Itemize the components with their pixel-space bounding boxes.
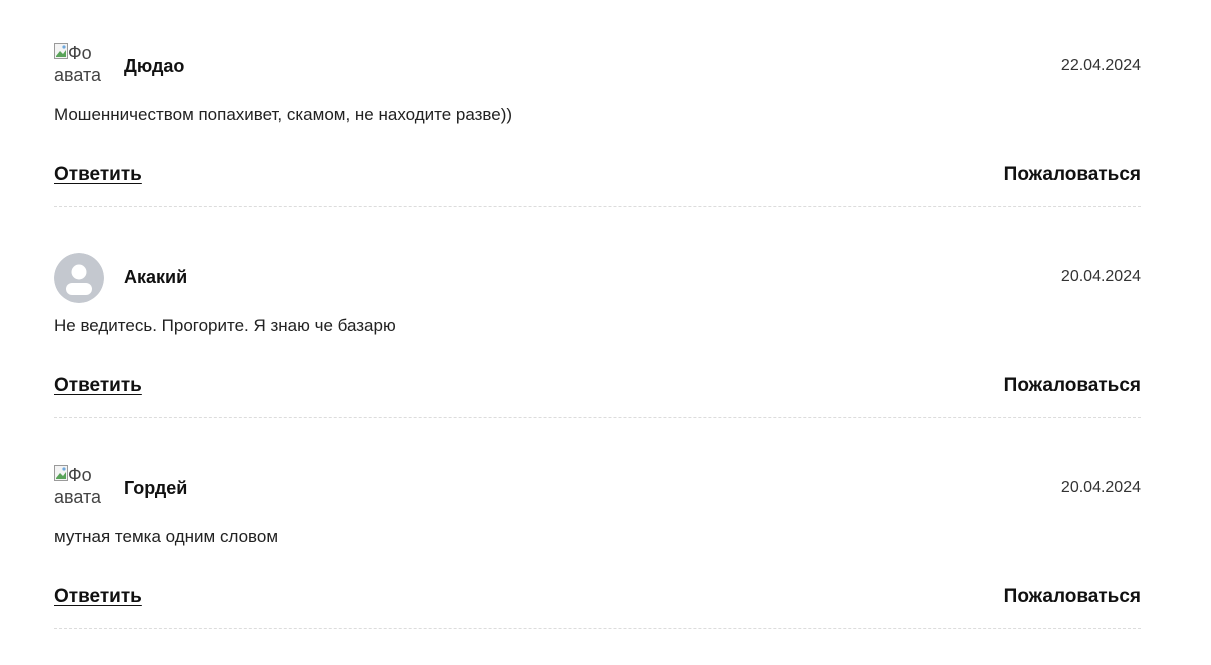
comment-date: 20.04.2024	[1060, 268, 1141, 285]
avatar-alt-text: Фо	[68, 465, 92, 485]
comment-author: Гордей	[124, 478, 188, 498]
report-link[interactable]: Пожаловаться	[1004, 374, 1141, 398]
avatar-alt-text: авата	[54, 487, 102, 507]
broken-image-icon	[54, 465, 68, 481]
report-link[interactable]: Пожаловаться	[1004, 163, 1141, 187]
avatar-alt-text: Фо	[68, 43, 92, 63]
comment-divider	[54, 417, 1141, 418]
reply-link[interactable]: Ответить	[54, 585, 142, 609]
avatar	[54, 253, 104, 303]
comment-divider	[54, 628, 1141, 629]
comment-author: Дюдао	[124, 56, 185, 76]
user-placeholder-icon	[54, 253, 104, 303]
comment-author: Акакий	[124, 267, 188, 287]
comment-header: Акакий 20.04.2024	[54, 253, 1141, 303]
avatar: Фо авата	[54, 464, 102, 508]
comment-header: Фо авата Дюдао 22.04.2024	[54, 42, 1141, 92]
comment-header: Фо авата Гордей 20.04.2024	[54, 464, 1141, 514]
comment-date: 20.04.2024	[1060, 479, 1141, 496]
comment-item: Акакий 20.04.2024 Не ведитесь. Прогорите…	[54, 211, 1141, 418]
comment-text: мутная темка одним словом	[54, 527, 279, 546]
reply-link[interactable]: Ответить	[54, 163, 142, 187]
comment-item: Фо авата Дюдао 22.04.2024 Мошенничеством…	[54, 0, 1141, 207]
report-link[interactable]: Пожаловаться	[1004, 585, 1141, 609]
avatar: Фо авата	[54, 42, 102, 86]
comment-divider	[54, 206, 1141, 207]
avatar-alt-text: авата	[54, 65, 102, 85]
comment-item: Фо авата Гордей 20.04.2024 мутная темка …	[54, 422, 1141, 629]
reply-link[interactable]: Ответить	[54, 374, 142, 398]
comment-text: Не ведитесь. Прогорите. Я знаю че базарю	[54, 316, 396, 335]
comment-date: 22.04.2024	[1060, 57, 1141, 74]
broken-image-icon	[54, 43, 68, 59]
comment-text: Мошенничеством попахивет, скамом, не нах…	[54, 105, 513, 124]
